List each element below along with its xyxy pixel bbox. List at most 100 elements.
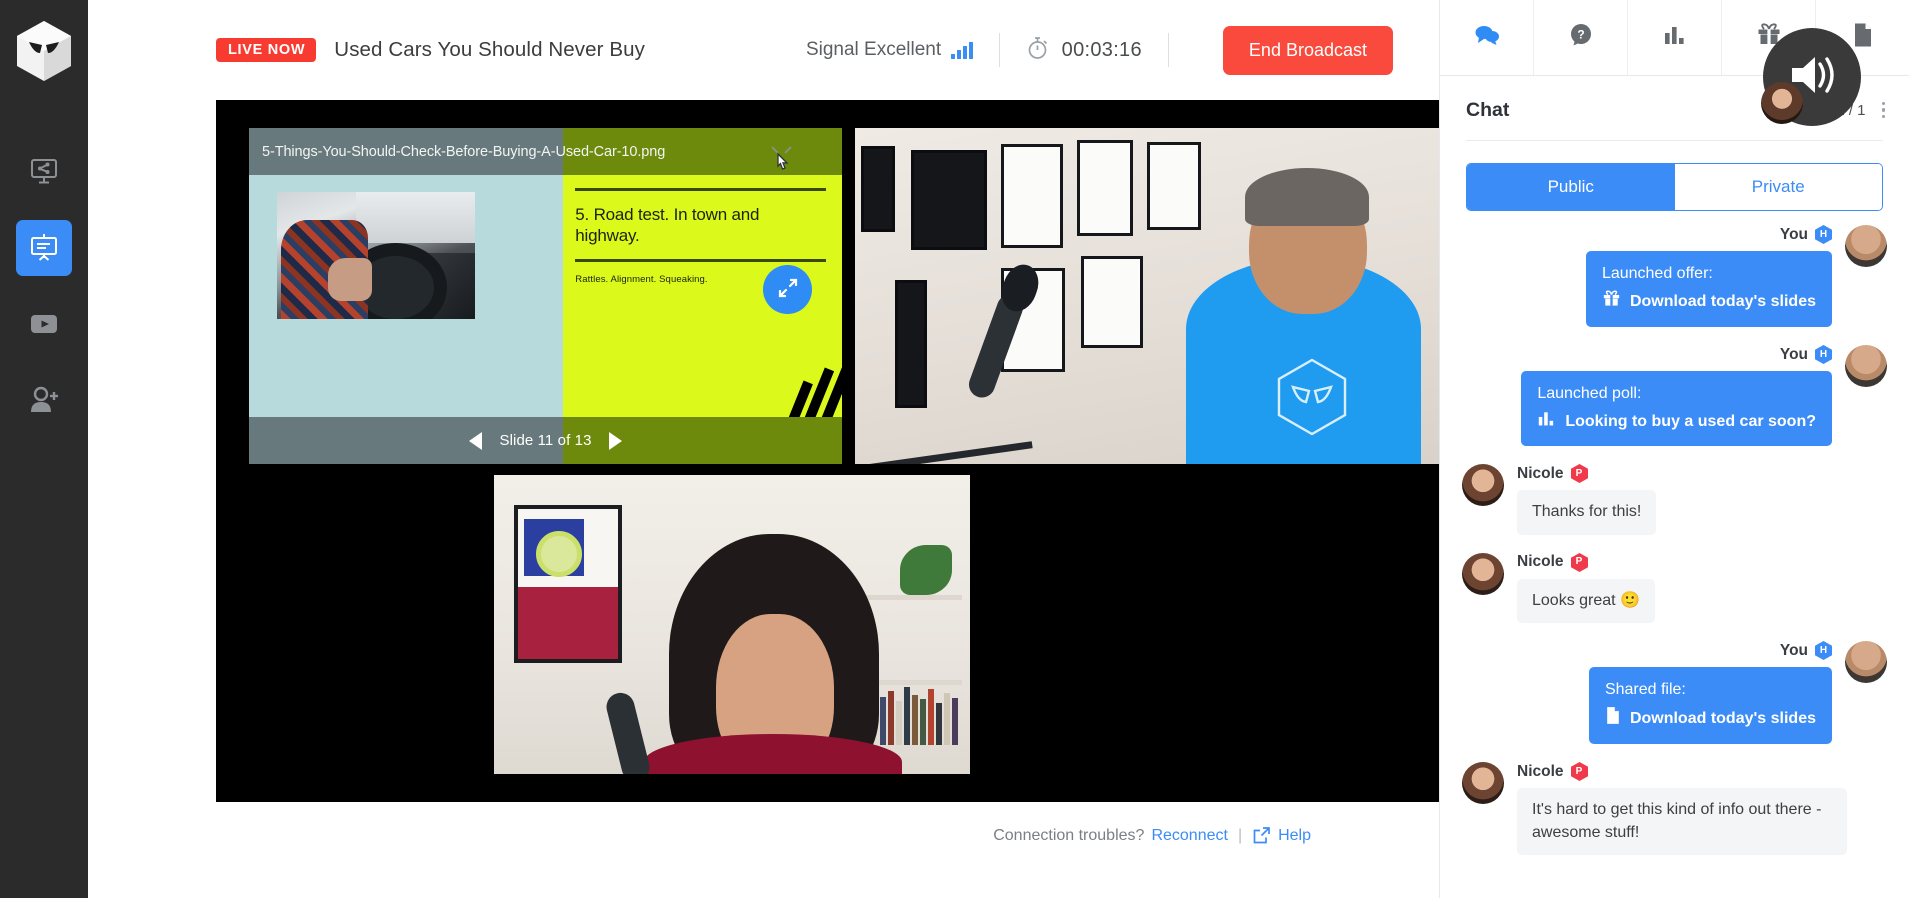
topbar-divider-1: [998, 33, 1000, 67]
avatar: [1462, 464, 1504, 507]
host-person-hair: [1245, 168, 1369, 226]
webinarninja-mask-logo: [16, 20, 72, 82]
expand-slide-button[interactable]: [763, 265, 812, 314]
bookshelf-books: [880, 687, 958, 745]
slide-counter-label: Slide 11 of 13: [499, 432, 592, 449]
message-bubble-outgoing: Launched offer: Download today's slides: [1585, 251, 1832, 328]
chat-message: You H Launched poll: Looking to buy a us…: [1462, 345, 1887, 447]
message-label: Shared file:: [1604, 681, 1686, 699]
timer-value: 00:03:16: [1061, 38, 1142, 61]
video-play-icon: [28, 312, 60, 336]
triangle-left-icon[interactable]: [469, 431, 483, 450]
left-sidebar: [0, 0, 88, 898]
role-badge-letter: H: [1819, 644, 1828, 656]
message-author: You: [1779, 225, 1808, 243]
broadcast-studio-app: LIVE NOW Used Cars You Should Never Buy …: [0, 0, 1909, 898]
role-badge-letter: P: [1575, 765, 1583, 777]
tab-polls[interactable]: [1628, 0, 1722, 75]
role-badge-presenter: P: [1570, 762, 1588, 782]
sidebar-item-presentation[interactable]: [16, 220, 72, 276]
role-badge-host: H: [1815, 345, 1832, 365]
end-broadcast-button[interactable]: End Broadcast: [1222, 25, 1393, 75]
slide-decor-slashes: [772, 337, 842, 417]
slide-heading: 5. Road test. In town and highway.: [575, 204, 760, 246]
chat-panel: ? Chat 1 / 1 Public Private You H Launch…: [1439, 0, 1909, 898]
bar-chart-icon: [1537, 410, 1556, 434]
message-bubble-outgoing: Launched poll: Looking to buy a used car…: [1521, 371, 1832, 447]
document-icon: [1605, 706, 1621, 732]
tab-chat[interactable]: [1440, 0, 1534, 75]
message-action-text[interactable]: Looking to buy a used car soon?: [1565, 411, 1816, 433]
chat-header-divider: [1466, 140, 1883, 141]
wall-artwork: [514, 505, 622, 663]
chat-panel-title: Chat: [1466, 98, 1510, 121]
connection-prompt-label: Connection troubles?: [993, 826, 1145, 844]
slide-tile[interactable]: 5-Things-You-Should-Check-Before-Buying-…: [249, 128, 842, 464]
avatar: [1845, 225, 1887, 267]
signal-status: Signal Excellent: [806, 39, 973, 61]
live-now-badge: LIVE NOW: [216, 37, 317, 63]
slide-photo-driver: [277, 192, 475, 319]
wall-frame: [895, 280, 927, 408]
role-badge-host: H: [1815, 641, 1832, 661]
video-canvas: 5-Things-You-Should-Check-Before-Buying-…: [216, 100, 1474, 802]
add-person-icon: [28, 386, 60, 414]
message-action-text[interactable]: Download today's slides: [1630, 708, 1816, 730]
message-author-row: You H: [1780, 225, 1832, 244]
chat-message: Nicole P It's hard to get this kind of i…: [1462, 762, 1887, 856]
topbar-right-cluster: Signal Excellent 00:03:16 End Broadcast: [806, 25, 1439, 75]
chat-message: You H Launched offer: Download today's s…: [1462, 225, 1887, 328]
avatar: [1462, 762, 1504, 805]
chat-message: You H Shared file: Download today's slid…: [1462, 641, 1887, 745]
avatar: [1845, 345, 1887, 388]
message-author-row: You H: [1779, 345, 1832, 365]
message-author-row: Nicole P: [1517, 552, 1588, 572]
host-video-tile[interactable]: [855, 128, 1439, 464]
guest-video-tile[interactable]: [494, 475, 970, 774]
sidebar-item-video[interactable]: [16, 296, 72, 352]
chat-message-list[interactable]: You H Launched offer: Download today's s…: [1440, 211, 1909, 898]
slide-header: 5-Things-You-Should-Check-Before-Buying-…: [249, 128, 842, 175]
role-badge-letter: P: [1575, 556, 1583, 568]
message-author: You: [1779, 345, 1808, 363]
expand-arrows-icon: [776, 276, 800, 303]
avatar: [1462, 552, 1504, 595]
triangle-right-icon[interactable]: [608, 431, 622, 450]
active-speaker-overlay[interactable]: [1761, 28, 1861, 126]
signal-bars-icon: [951, 41, 973, 59]
message-bubble-incoming: Looks great 🙂: [1517, 578, 1655, 624]
chat-bubbles-icon: [1474, 24, 1500, 51]
topbar-divider-2: [1167, 33, 1169, 67]
message-action-text[interactable]: Download today's slides: [1630, 291, 1816, 313]
message-author-row: You H: [1780, 641, 1832, 661]
presentation-icon: [28, 233, 60, 263]
external-link-icon[interactable]: [1252, 826, 1271, 845]
bar-chart-icon: [1663, 24, 1687, 51]
message-author: Nicole: [1517, 464, 1564, 482]
message-bubble-outgoing: Shared file: Download today's slides: [1588, 667, 1832, 745]
sidebar-item-invite[interactable]: [16, 372, 72, 428]
sidebar-item-screen-share[interactable]: [16, 144, 72, 200]
broadcast-title: Used Cars You Should Never Buy: [334, 38, 645, 61]
slide-filename: 5-Things-You-Should-Check-Before-Buying-…: [262, 143, 666, 160]
wall-frame: [861, 146, 895, 232]
active-speaker-avatar: [1761, 82, 1803, 124]
slide-navigation: Slide 11 of 13: [249, 417, 842, 464]
role-badge-presenter: P: [1570, 552, 1588, 572]
segment-private[interactable]: Private: [1674, 164, 1882, 210]
message-bubble-incoming: It's hard to get this kind of info out t…: [1517, 788, 1847, 856]
role-badge-host: H: [1815, 225, 1832, 244]
tab-questions[interactable]: ?: [1534, 0, 1628, 75]
main-stage: LIVE NOW Used Cars You Should Never Buy …: [88, 0, 1474, 898]
reconnect-link[interactable]: Reconnect: [1151, 827, 1228, 845]
message-label: Launched poll:: [1537, 385, 1642, 403]
message-author-row: Nicole P: [1517, 762, 1588, 782]
role-badge-letter: P: [1575, 467, 1583, 479]
help-link[interactable]: Help: [1278, 827, 1311, 845]
slide-body: 5. Road test. In town and highway. Rattl…: [249, 175, 842, 417]
broadcast-timer: 00:03:16: [1026, 36, 1142, 65]
segment-public[interactable]: Public: [1467, 164, 1675, 210]
role-badge-letter: H: [1819, 228, 1828, 240]
kebab-menu-icon[interactable]: [1881, 101, 1885, 119]
broadcast-topbar: LIVE NOW Used Cars You Should Never Buy …: [88, 0, 1439, 100]
